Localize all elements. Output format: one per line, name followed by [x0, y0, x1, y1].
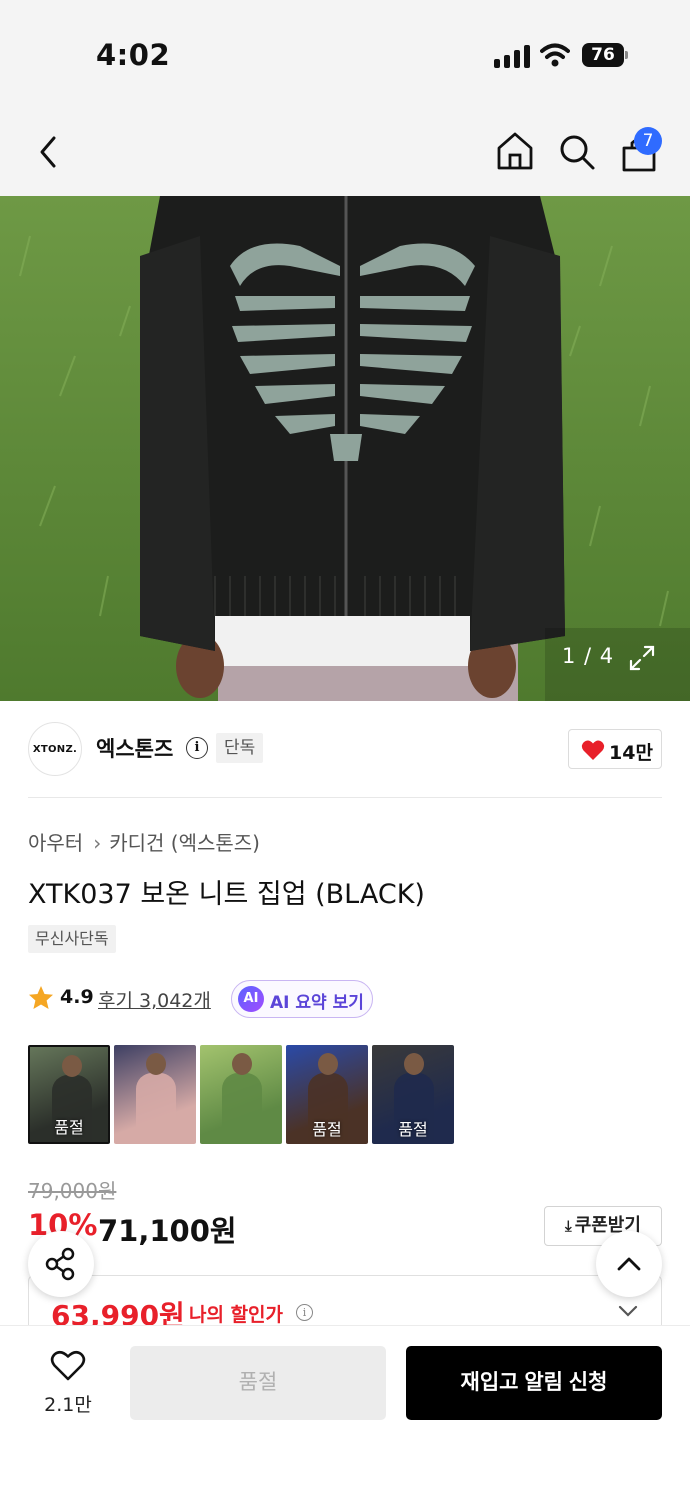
battery-icon: 76 [582, 43, 628, 67]
breadcrumb: 아우터 › 카디건 (엑스톤즈) [28, 827, 260, 856]
info-icon[interactable]: i [296, 1304, 313, 1321]
soldout-label: 품절 [54, 1118, 84, 1137]
breadcrumb-parent[interactable]: 아우터 [28, 831, 83, 855]
color-thumbnail[interactable] [200, 1045, 282, 1144]
review-count-link[interactable]: 후기 3,042개 [98, 986, 211, 1013]
cellular-signal-icon [494, 44, 530, 68]
heart-outline-icon[interactable] [50, 1350, 86, 1382]
info-icon[interactable]: i [186, 737, 208, 759]
thumbnail-image [62, 1055, 82, 1077]
rating-score: 4.9 [60, 986, 94, 1008]
exclusive-tag: 무신사단독 [28, 925, 116, 953]
product-title: XTK037 보온 니트 집업 (BLACK) [28, 879, 425, 910]
color-thumbnail[interactable] [114, 1045, 196, 1144]
breadcrumb-child[interactable]: 카디건 (엑스톤즈) [109, 831, 260, 855]
product-image[interactable] [0, 196, 690, 701]
wifi-icon [540, 43, 570, 67]
share-icon [45, 1247, 75, 1281]
thumbnail-image [136, 1073, 176, 1143]
color-thumbnail[interactable]: 품절 [286, 1045, 368, 1144]
top-nav [0, 108, 690, 196]
thumbnail-image [146, 1053, 166, 1075]
divider [28, 797, 662, 798]
image-counter: 1 / 4 [562, 644, 615, 668]
sale-price: 71,100원 [98, 1214, 237, 1248]
heart-filled-icon [581, 740, 605, 760]
color-thumbnail[interactable]: 품절 [28, 1045, 110, 1144]
star-icon [29, 986, 53, 1009]
wish-count: 2.1만 [44, 1394, 92, 1416]
exclusive-badge: 단독 [216, 733, 264, 763]
thumbnail-image [404, 1053, 424, 1075]
chevron-down-icon[interactable] [617, 1304, 639, 1318]
thumbnail-image [222, 1073, 262, 1143]
original-price: 79,000원 [28, 1179, 117, 1203]
thumbnail-image [232, 1053, 252, 1075]
status-time: 4:02 [96, 38, 171, 72]
chevron-right-icon: › [93, 831, 102, 855]
ai-icon: AI [238, 986, 264, 1012]
scroll-to-top-button[interactable] [596, 1231, 662, 1297]
soldout-label: 품절 [398, 1120, 428, 1139]
share-button[interactable] [28, 1231, 94, 1297]
restock-alert-button[interactable]: 재입고 알림 신청 [406, 1346, 662, 1420]
color-thumbnail[interactable]: 품절 [372, 1045, 454, 1144]
ai-summary-label: AI 요약 보기 [270, 993, 364, 1013]
brand-name[interactable]: 엑스톤즈 [96, 733, 173, 763]
chevron-up-icon [617, 1257, 641, 1271]
download-icon: ⤓ [565, 1217, 572, 1235]
search-icon[interactable] [556, 130, 598, 174]
soldout-button: 품절 [130, 1346, 386, 1420]
cart-count-badge: 7 [634, 127, 662, 155]
expand-icon[interactable] [628, 644, 656, 672]
thumbnail-image [318, 1053, 338, 1075]
back-arrow-icon[interactable] [30, 130, 70, 174]
status-bar: 4:02 76 [0, 0, 690, 108]
brand-like-count: 14만 [609, 742, 653, 764]
battery-level: 76 [582, 43, 624, 67]
product-photo [0, 196, 690, 701]
soldout-label: 품절 [312, 1120, 342, 1139]
brand-like-button[interactable]: 14만 [568, 729, 662, 769]
my-price-label: 나의 할인가 [189, 1304, 284, 1326]
brand-logo[interactable]: XTONZ. [28, 722, 82, 776]
ai-summary-button[interactable]: AI AI 요약 보기 [231, 980, 373, 1018]
home-icon[interactable] [494, 128, 536, 174]
